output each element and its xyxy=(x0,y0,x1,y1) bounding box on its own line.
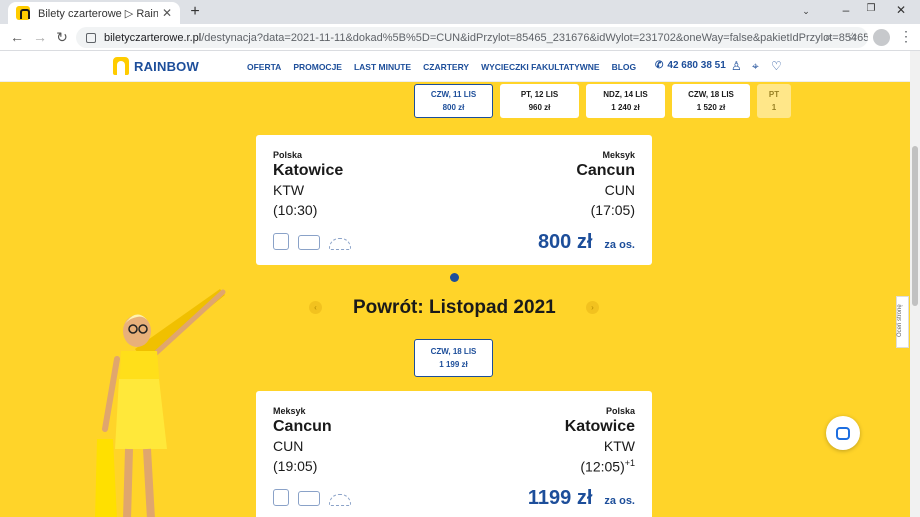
return-flight-card[interactable]: Meksyk Cancun CUN (19:05) Polska Katowic… xyxy=(256,391,652,517)
menu-item-promocje[interactable]: PROMOCJE xyxy=(293,62,342,72)
browser-toolbar: ← → ↻ biletyczarterowe.r.pl/destynacja?d… xyxy=(0,24,920,51)
browser-tab[interactable]: Bilety czarterowe ▷ Rainbow | R... ✕ xyxy=(8,2,180,24)
destination-country: Meksyk xyxy=(602,150,635,160)
maximize-button[interactable]: ❐ xyxy=(861,3,881,14)
reload-icon[interactable]: ↻ xyxy=(53,29,71,46)
user-account-icon[interactable]: ♙ xyxy=(731,59,742,73)
main-menu: OFERTA PROMOCJE LAST MINUTE CZARTERY WYC… xyxy=(247,62,636,72)
next-month-arrow-icon[interactable]: › xyxy=(586,301,599,314)
rainbow-logo[interactable]: RAINBOW xyxy=(113,57,199,75)
page-scrollbar[interactable] xyxy=(910,51,920,517)
tab-close-icon[interactable]: ✕ xyxy=(162,6,172,20)
outbound-date-option[interactable]: CZW, 11 LIS 800 zł xyxy=(414,84,493,118)
back-arrow-icon[interactable]: ← xyxy=(8,29,26,45)
bookmark-star-icon[interactable]: ☆ xyxy=(847,30,858,44)
arrival-time: (17:05) xyxy=(590,202,635,218)
menu-item-blog[interactable]: BLOG xyxy=(612,62,637,72)
browser-menu-icon[interactable]: ⋮ xyxy=(899,28,913,45)
destination-code: CUN xyxy=(604,182,635,198)
destination-code: KTW xyxy=(603,438,635,454)
page-content: RAINBOW OFERTA PROMOCJE LAST MINUTE CZAR… xyxy=(0,51,920,517)
scrollbar-thumb[interactable] xyxy=(912,146,918,306)
origin-city: Cancun xyxy=(273,418,332,435)
favorites-heart-icon[interactable]: ♡ xyxy=(771,59,782,73)
origin-code: KTW xyxy=(273,182,305,198)
origin-country: Meksyk xyxy=(273,406,306,416)
forward-arrow-icon[interactable]: → xyxy=(31,29,49,45)
destination-city: Katowice xyxy=(564,418,635,435)
return-date-option[interactable]: CZW, 18 LIS 1 199 zł xyxy=(414,339,493,377)
address-bar[interactable]: biletyczarterowe.r.pl/destynacja?data=20… xyxy=(76,27,868,48)
outbound-date-option[interactable]: CZW, 18 LIS 1 520 zł xyxy=(672,84,750,118)
origin-city: Katowice xyxy=(273,162,344,179)
baggage-icons xyxy=(273,233,351,250)
profile-avatar-icon[interactable] xyxy=(873,29,890,46)
menu-item-wycieczki[interactable]: WYCIECZKI FAKULTATYWNE xyxy=(481,62,600,72)
departure-time: (19:05) xyxy=(273,458,318,474)
new-tab-button[interactable]: + xyxy=(186,3,204,21)
suitcase-icon xyxy=(298,491,320,506)
flight-price: 800 zł za os. xyxy=(537,231,635,253)
suitcase-icon xyxy=(298,235,320,250)
meal-icon xyxy=(329,494,351,506)
destination-country: Polska xyxy=(605,406,635,416)
rainbow-logo-icon xyxy=(113,57,129,75)
backpack-icon xyxy=(273,489,289,506)
woman-pointing-illustration xyxy=(95,289,226,517)
tab-search-icon[interactable]: ⌄ xyxy=(796,6,816,17)
origin-code: CUN xyxy=(273,438,304,454)
prev-month-arrow-icon[interactable]: ‹ xyxy=(309,301,322,314)
origin-country: Polska xyxy=(273,150,303,160)
phone-number: 42 680 38 51 xyxy=(667,60,726,71)
arrival-time: (12:05)+1 xyxy=(580,458,635,475)
tab-title: Bilety czarterowe ▷ Rainbow | R... xyxy=(38,7,158,20)
menu-item-oferta[interactable]: OFERTA xyxy=(247,62,281,72)
site-header: RAINBOW OFERTA PROMOCJE LAST MINUTE CZAR… xyxy=(0,51,910,82)
chat-bubble-icon xyxy=(836,426,850,440)
feedback-tab[interactable]: Oceń stronę xyxy=(896,296,909,348)
outbound-flight-card[interactable]: Polska Katowice KTW (10:30) Meksyk Cancu… xyxy=(256,135,652,265)
zoom-icon[interactable]: ⌕ xyxy=(825,30,832,45)
lock-icon xyxy=(86,32,96,43)
backpack-icon xyxy=(273,233,289,250)
outbound-date-option[interactable]: NDZ, 14 LIS 1 240 zł xyxy=(586,84,665,118)
outbound-date-option[interactable]: PT, 12 LIS 960 zł xyxy=(500,84,579,118)
flight-price: 1199 zł za os. xyxy=(527,487,635,509)
rainbow-favicon-icon xyxy=(16,6,30,20)
return-heading: Powrót: Listopad 2021 xyxy=(353,297,556,318)
departure-time: (10:30) xyxy=(273,202,318,218)
menu-item-last-minute[interactable]: LAST MINUTE xyxy=(354,62,411,72)
url-text: biletyczarterowe.r.pl/destynacja?data=20… xyxy=(104,31,868,44)
meal-icon xyxy=(329,238,351,250)
outbound-date-option[interactable]: PT 1 xyxy=(757,84,791,118)
browser-tab-strip: Bilety czarterowe ▷ Rainbow | R... ✕ + ⌄… xyxy=(0,0,920,24)
window-close-button[interactable]: ✕ xyxy=(891,3,911,17)
minimize-button[interactable]: – xyxy=(836,3,856,17)
carousel-dot[interactable] xyxy=(450,273,459,282)
phone-link[interactable]: ✆ 42 680 38 51 xyxy=(655,60,726,71)
logo-text: RAINBOW xyxy=(134,58,199,74)
baggage-icons xyxy=(273,489,351,506)
menu-item-czartery[interactable]: CZARTERY xyxy=(423,62,469,72)
phone-icon: ✆ xyxy=(655,60,664,71)
destination-city: Cancun xyxy=(576,162,635,179)
chat-button[interactable] xyxy=(826,416,860,450)
location-pin-icon[interactable]: ⌖ xyxy=(752,59,759,74)
